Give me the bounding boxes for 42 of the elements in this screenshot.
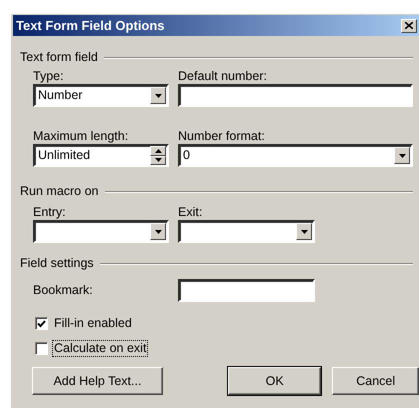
section-heading: Text form field <box>20 50 98 65</box>
dropdown-field[interactable]: Number <box>33 84 169 107</box>
input-field[interactable] <box>178 84 413 107</box>
checkbox[interactable] <box>35 317 48 330</box>
dropdown-field[interactable]: 0 <box>178 144 413 167</box>
field-label: Maximum length: <box>33 128 130 144</box>
window-title: Text Form Field Options <box>16 18 165 34</box>
dropdown-button[interactable] <box>296 223 312 240</box>
dropdown-button[interactable] <box>150 223 166 240</box>
caret-icon <box>154 94 162 98</box>
dropdown-button[interactable] <box>150 87 166 104</box>
spin-up-button[interactable] <box>150 146 166 156</box>
checkbox-label[interactable]: Fill-in enabled <box>53 316 133 331</box>
checkbox-label[interactable]: Calculate on exit <box>53 341 148 356</box>
field-value: Number <box>38 88 84 103</box>
field-value: 0 <box>183 148 191 163</box>
dropdown-field[interactable] <box>178 220 315 243</box>
dropdown-field[interactable] <box>33 220 169 243</box>
down-arrow-icon <box>154 158 162 162</box>
spin-field[interactable]: Unlimited <box>33 144 169 167</box>
caret-icon <box>154 230 162 234</box>
close-button[interactable] <box>401 18 417 32</box>
field-label: Number format: <box>178 128 266 144</box>
caret-icon <box>398 154 406 158</box>
up-arrow-icon <box>154 148 162 153</box>
dialog-button[interactable]: OK <box>228 367 322 395</box>
input-field[interactable] <box>178 279 315 302</box>
field-label: Bookmark: <box>33 283 94 298</box>
dialog-button[interactable]: Add Help Text... <box>32 367 163 395</box>
checkbox[interactable] <box>35 342 48 355</box>
section-heading: Field settings <box>20 256 94 271</box>
dropdown-button[interactable] <box>394 147 410 164</box>
field-label: Type: <box>33 68 65 84</box>
section-heading: Run macro on <box>20 184 99 199</box>
field-label: Default number: <box>178 68 268 84</box>
check-icon <box>37 320 46 328</box>
close-icon <box>405 22 413 29</box>
field-value: Unlimited <box>38 148 92 163</box>
dialog-button[interactable]: Cancel <box>332 367 419 395</box>
field-label: Entry: <box>33 204 67 220</box>
caret-icon <box>300 230 308 234</box>
field-label: Exit: <box>178 204 204 220</box>
